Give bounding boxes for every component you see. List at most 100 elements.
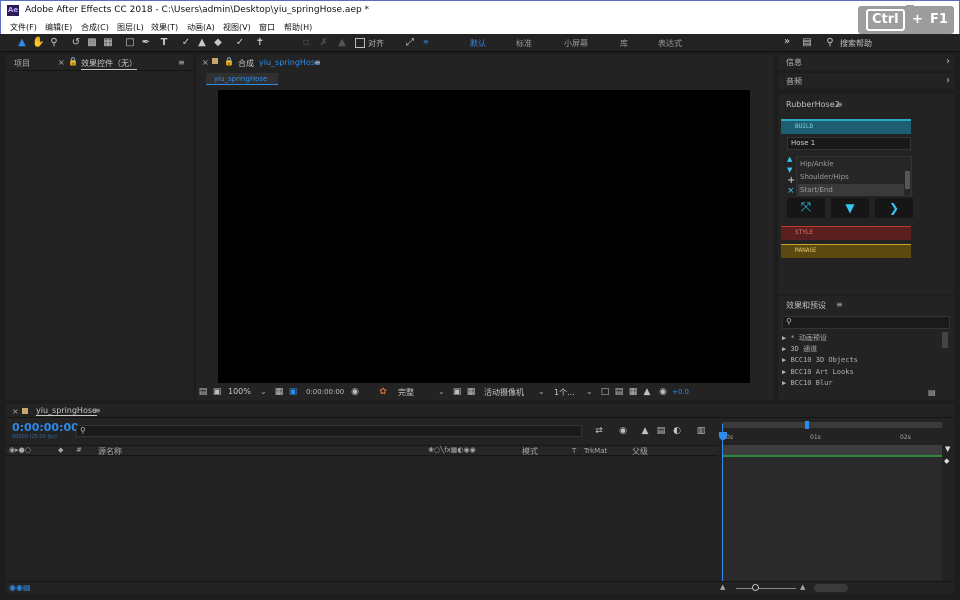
graph-editor-icon[interactable]: ▥: [696, 426, 706, 436]
lock-icon[interactable]: 🔒: [224, 57, 234, 66]
audio-tab[interactable]: 音频: [786, 76, 802, 87]
effects-search-input[interactable]: ⚲: [782, 316, 950, 329]
close-tab-icon[interactable]: ×: [58, 58, 65, 67]
delete-icon[interactable]: ×: [787, 186, 795, 196]
list-item[interactable]: Hip/Ankle: [800, 158, 834, 170]
list-item[interactable]: ▶ BCC10 Blur: [782, 379, 833, 387]
roto-brush-tool-icon[interactable]: ✓: [234, 37, 246, 49]
menu-effect[interactable]: 效果(T): [151, 22, 178, 33]
switches-icons[interactable]: ❀○╲fx▦◐◉◉: [428, 446, 476, 454]
panel-menu-icon[interactable]: ≡: [94, 406, 101, 415]
timeline-scrollbar[interactable]: [814, 584, 848, 592]
motion-blur-icon[interactable]: ◐: [672, 426, 682, 436]
build-start-end-button[interactable]: ❯: [875, 198, 913, 218]
tab-project[interactable]: 项目: [14, 58, 30, 69]
menu-view[interactable]: 视图(V): [223, 22, 251, 33]
eraser-tool-icon[interactable]: ◆: [212, 37, 224, 49]
menu-animation[interactable]: 动画(A): [187, 22, 215, 33]
workspace-more-button[interactable]: »: [784, 36, 790, 47]
clone-stamp-tool-icon[interactable]: ▲: [196, 37, 208, 49]
menu-layer[interactable]: 图层(L): [117, 22, 144, 33]
workspace-default[interactable]: 默认: [470, 38, 486, 49]
comp-mini-flowchart-icon[interactable]: ⇄: [594, 426, 604, 436]
build-shoulder-button[interactable]: ▼: [831, 198, 869, 218]
rectangle-tool-icon[interactable]: □: [124, 37, 136, 49]
close-tab-icon[interactable]: ×: [12, 407, 19, 416]
timeline-search-input[interactable]: ⚲: [76, 425, 582, 437]
composition-viewer[interactable]: [218, 90, 750, 383]
exposure-value[interactable]: +0.0: [672, 388, 689, 396]
zoom-tool-icon[interactable]: ⚲: [48, 37, 60, 49]
zoom-out-icon[interactable]: ▲: [720, 583, 725, 591]
move-up-icon[interactable]: ▲: [787, 155, 792, 163]
zoom-select[interactable]: 100%: [228, 387, 251, 396]
lock-icon[interactable]: 🔒: [68, 57, 78, 66]
work-area-handle[interactable]: [805, 421, 809, 429]
label-icon[interactable]: ◆: [58, 446, 63, 454]
resolution-select[interactable]: 完整: [398, 387, 414, 398]
sync-settings-icon[interactable]: ▤: [800, 37, 814, 49]
list-item[interactable]: ▶ BCC10 3D Objects: [782, 356, 858, 364]
trkmat-header[interactable]: TrkMat: [584, 447, 607, 455]
list-item[interactable]: ▶ BCC10 Art Looks: [782, 368, 854, 376]
info-tab[interactable]: 信息: [786, 57, 802, 68]
add-icon[interactable]: +: [787, 175, 795, 186]
flowchart-icon[interactable]: ▲: [642, 387, 652, 397]
workspace-library[interactable]: 库: [620, 38, 628, 49]
list-item[interactable]: Shoulder/Hips: [800, 171, 849, 183]
camera-select[interactable]: 活动摄像机: [484, 387, 524, 398]
footer-toggle-icons[interactable]: ◉◉▤: [9, 583, 31, 592]
panel-menu-icon[interactable]: ≡: [836, 100, 843, 109]
zoom-slider[interactable]: [736, 588, 796, 589]
panel-menu-icon[interactable]: ≡: [178, 58, 185, 67]
search-help-field[interactable]: 搜索帮助: [840, 38, 872, 49]
work-area-bar[interactable]: [722, 422, 942, 428]
type-tool-icon[interactable]: T: [158, 37, 170, 49]
menu-help[interactable]: 帮助(H): [284, 22, 312, 33]
new-folder-icon[interactable]: ▤: [928, 388, 936, 397]
transparency-grid-icon[interactable]: ▦: [466, 387, 476, 397]
expand-icon[interactable]: ›: [946, 75, 950, 86]
selection-tool-icon[interactable]: ▲: [16, 37, 28, 49]
hand-tool-icon[interactable]: ✋: [32, 37, 44, 49]
menu-composition[interactable]: 合成(C): [81, 22, 109, 33]
comp-sub-tab[interactable]: yiu_springHose: [206, 73, 278, 85]
menu-window[interactable]: 窗口: [259, 22, 275, 33]
current-timecode[interactable]: 0:00:00:00: [12, 421, 79, 434]
tab-effect-controls[interactable]: 效果控件（无）: [81, 58, 137, 70]
snap-option-icon[interactable]: ⤢: [404, 37, 416, 49]
frame-blending-icon[interactable]: ▤: [656, 426, 666, 436]
comp-button-icon[interactable]: ▼: [945, 445, 950, 453]
parent-header[interactable]: 父级: [632, 446, 648, 457]
snapshot-camera-icon[interactable]: ◉: [350, 387, 360, 397]
panel-menu-icon[interactable]: ≡: [836, 300, 843, 309]
exposure-icon[interactable]: ◉: [658, 387, 668, 397]
mask-visibility-icon[interactable]: ▣: [288, 387, 298, 397]
panel-menu-icon[interactable]: ≡: [314, 58, 321, 67]
time-ruler[interactable]: 0s 01s 02s: [722, 430, 942, 444]
pen-tool-icon[interactable]: ✒: [140, 37, 152, 49]
work-area-region[interactable]: [722, 445, 942, 455]
views-select[interactable]: 1个...: [554, 387, 575, 398]
pan-behind-tool-icon[interactable]: ▦: [102, 37, 114, 49]
build-section-header[interactable]: BUILD: [781, 119, 911, 134]
zoom-slider-thumb[interactable]: [752, 584, 759, 591]
build-hip-button[interactable]: ⤧: [787, 198, 825, 218]
snap-checkbox[interactable]: [355, 38, 365, 48]
source-name-header[interactable]: 源名称: [98, 446, 122, 457]
timeline-icon[interactable]: ▦: [628, 387, 638, 397]
region-of-interest-icon[interactable]: ▣: [452, 387, 462, 397]
info-panel-header[interactable]: 信息 ›: [778, 54, 954, 70]
comp-tab-name[interactable]: yiu_springHose: [259, 58, 320, 67]
style-section-header[interactable]: STYLE: [781, 226, 911, 240]
shy-layers-icon[interactable]: ▲: [640, 426, 650, 436]
timeline-track-area[interactable]: [722, 457, 942, 581]
always-preview-icon[interactable]: ▤: [198, 387, 208, 397]
t-header[interactable]: T: [572, 447, 576, 455]
list-item[interactable]: ▶ 3D 通道: [782, 344, 817, 354]
move-down-icon[interactable]: ▼: [787, 166, 792, 174]
current-time-indicator[interactable]: [722, 424, 723, 581]
av-features-icon[interactable]: ◉▸●○: [9, 446, 31, 454]
close-tab-icon[interactable]: ×: [202, 58, 209, 67]
workspace-expressions[interactable]: 表达式: [658, 38, 682, 49]
